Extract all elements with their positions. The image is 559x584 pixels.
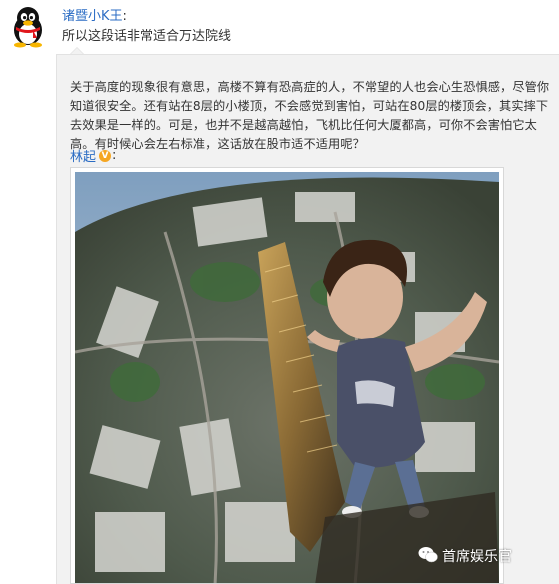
quote-pointer-arrow [70,47,84,54]
watermark: 首席娱乐官 [418,545,512,567]
quoted-author-colon: : [112,148,117,163]
skyscraper-selfie-photo[interactable] [75,172,499,583]
watermark-text: 首席娱乐官 [442,549,512,565]
qq-penguin-avatar[interactable] [6,4,50,48]
quoted-author-row: 林起 V : [70,146,116,165]
post-author-name[interactable]: 诸暨小K王: [62,5,127,24]
post-author-link[interactable]: 诸暨小K王 [62,9,123,24]
wechat-logo-icon [418,546,438,567]
quoted-post-text: 关于高度的现象很有意思，高楼不算有恐高症的人，不常望的人也会心生恐惧感，尽管你知… [70,80,550,151]
post-author-colon: : [122,9,127,24]
post-photo-frame[interactable] [70,167,504,584]
post-text: 所以这段话非常适合万达院线 [62,29,232,44]
verified-badge-icon: V [99,149,112,162]
quoted-author-name[interactable]: 林起 [70,146,96,165]
